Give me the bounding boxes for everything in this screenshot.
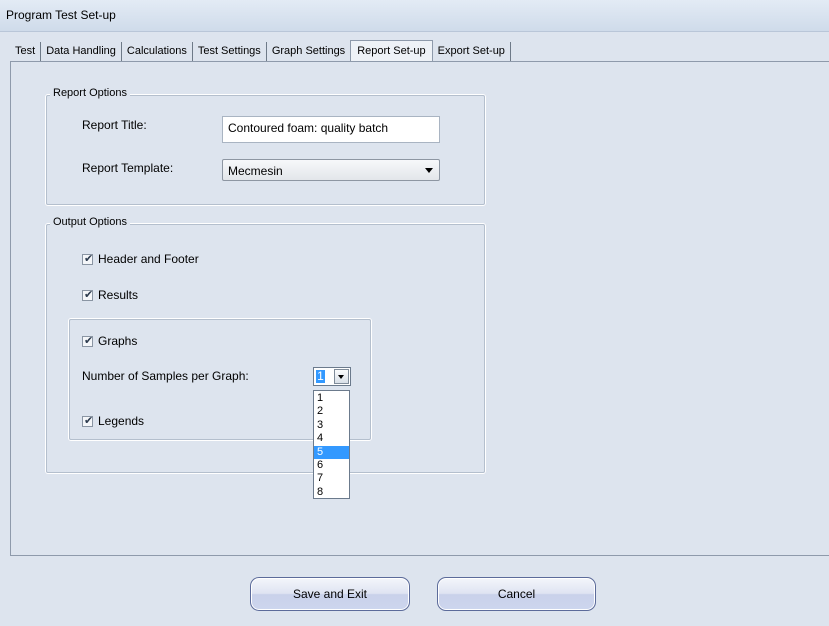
samples-per-graph-label: Number of Samples per Graph: [82, 369, 249, 383]
dropdown-button[interactable] [334, 369, 349, 384]
legends-label: Legends [98, 414, 145, 428]
tab-graph-settings[interactable]: Graph Settings [267, 42, 350, 61]
tab-data-handling[interactable]: Data Handling [41, 42, 122, 61]
dropdown-option[interactable]: 3 [314, 419, 349, 432]
check-icon: ✔ [84, 414, 94, 427]
dropdown-option[interactable]: 6 [314, 459, 349, 472]
window-title: Program Test Set-up [6, 8, 116, 22]
dropdown-option-highlighted[interactable]: 5 [314, 445, 349, 459]
samples-dropdown-list[interactable]: 1 2 3 4 5 6 7 8 [313, 390, 350, 499]
tab-panel-top-border [10, 61, 829, 62]
report-options-legend: Report Options [50, 87, 130, 99]
checkbox-box[interactable]: ✔ [82, 414, 94, 427]
tab-strip: Test Data Handling Calculations Test Set… [10, 40, 511, 62]
tab-panel-bottom-border [10, 555, 829, 556]
results-label: Results [98, 288, 139, 302]
cancel-button[interactable]: Cancel [437, 577, 596, 611]
tab-test-settings[interactable]: Test Settings [193, 42, 267, 61]
report-options-group [45, 94, 486, 206]
tab-test[interactable]: Test [10, 42, 42, 61]
report-title-label: Report Title: [82, 118, 147, 132]
chevron-down-icon [425, 168, 433, 173]
report-template-label: Report Template: [82, 161, 174, 175]
header-footer-label: Header and Footer [98, 252, 199, 266]
tab-panel-left-border [10, 61, 11, 555]
tab-export-setup[interactable]: Export Set-up [433, 42, 511, 61]
tab-report-setup[interactable]: Report Set-up [350, 40, 433, 62]
output-options-legend: Output Options [50, 216, 130, 228]
save-and-exit-button[interactable]: Save and Exit [250, 577, 410, 611]
tab-calculations[interactable]: Calculations [122, 42, 193, 61]
chevron-down-icon [338, 375, 344, 379]
checkbox-box[interactable]: ✔ [82, 252, 94, 265]
dropdown-option[interactable]: 4 [314, 432, 349, 445]
check-icon: ✔ [84, 252, 94, 265]
check-icon: ✔ [84, 334, 94, 347]
results-checkbox[interactable]: ✔ Results [82, 288, 138, 302]
legends-checkbox[interactable]: ✔ Legends [82, 414, 144, 428]
checkbox-box[interactable]: ✔ [82, 288, 94, 301]
title-bar: Program Test Set-up [0, 0, 829, 32]
graphs-label: Graphs [98, 334, 138, 348]
header-footer-checkbox[interactable]: ✔ Header and Footer [82, 252, 199, 266]
dropdown-option[interactable]: 1 [314, 392, 349, 405]
report-template-select[interactable]: Mecmesin [222, 159, 440, 181]
report-template-value: Mecmesin [228, 164, 283, 178]
dropdown-option[interactable]: 7 [314, 472, 349, 485]
dropdown-option[interactable]: 2 [314, 405, 349, 418]
samples-per-graph-value: 1 [316, 369, 325, 383]
checkbox-box[interactable]: ✔ [82, 334, 94, 347]
graphs-checkbox[interactable]: ✔ Graphs [82, 334, 137, 348]
report-title-input[interactable]: Contoured foam: quality batch [222, 116, 440, 143]
check-icon: ✔ [84, 288, 94, 301]
dropdown-option[interactable]: 8 [314, 486, 349, 499]
samples-per-graph-select[interactable]: 1 [313, 367, 351, 386]
